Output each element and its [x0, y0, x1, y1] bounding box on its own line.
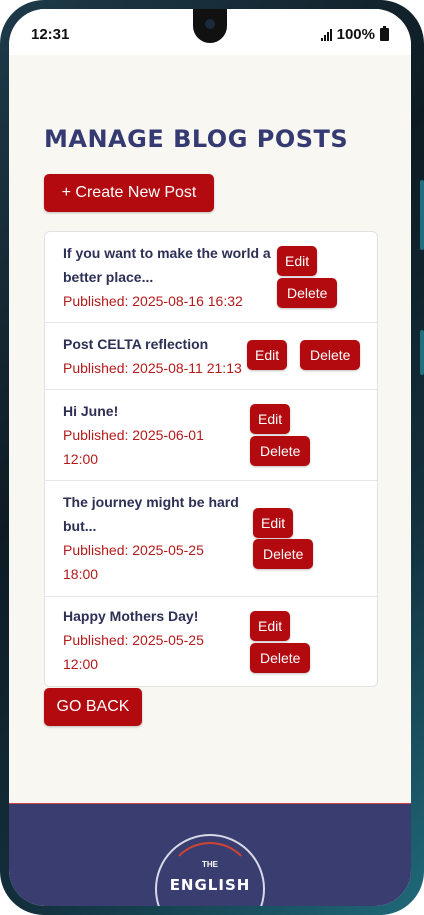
battery-icon: [380, 26, 389, 41]
post-title[interactable]: Happy Mothers Day!: [63, 604, 198, 628]
page-title: MANAGE BLOG POSTS: [44, 125, 349, 153]
post-item: If you want to make the world a better p…: [45, 232, 377, 323]
footer: THE ENGLISH: [9, 803, 411, 906]
post-date: Published: 2025-08-16 16:32: [63, 293, 243, 309]
post-item: Post CELTA reflection Published: 2025-08…: [45, 323, 377, 390]
edit-button[interactable]: Edit: [250, 611, 291, 641]
edit-button[interactable]: Edit: [250, 404, 291, 434]
post-item: The journey might be hard but... Publish…: [45, 481, 377, 597]
delete-button[interactable]: Delete: [250, 436, 311, 466]
status-indicators: 100%: [320, 26, 389, 43]
edit-button[interactable]: Edit: [253, 508, 294, 538]
delete-button[interactable]: Delete: [250, 643, 311, 673]
edit-button[interactable]: Edit: [247, 340, 288, 370]
edit-button[interactable]: Edit: [277, 246, 318, 276]
volume-button: [420, 180, 424, 250]
status-time: 12:31: [31, 26, 70, 43]
post-item: Happy Mothers Day! Published: 2025-05-25…: [45, 597, 377, 688]
delete-button[interactable]: Delete: [300, 340, 361, 370]
camera-notch: [193, 9, 227, 43]
go-back-button[interactable]: GO BACK: [44, 688, 142, 726]
post-title[interactable]: The journey might be hard but...: [63, 490, 239, 538]
post-date: Published: 2025-05-25 12:00: [63, 632, 204, 672]
power-button: [420, 330, 424, 375]
delete-button[interactable]: Delete: [253, 539, 314, 569]
create-new-post-button[interactable]: + Create New Post: [44, 174, 214, 212]
status-bar: 12:31 100%: [9, 9, 411, 55]
post-item: Hi June! Published: 2025-06-01 12:00 Edi…: [45, 390, 377, 481]
delete-button[interactable]: Delete: [277, 278, 338, 308]
screen: 12:31 100% MANAGE BLOG POSTS + Create Ne…: [9, 9, 411, 906]
posts-list: If you want to make the world a better p…: [44, 231, 378, 687]
post-title[interactable]: Hi June!: [63, 399, 118, 423]
post-date: Published: 2025-06-01 12:00: [63, 427, 204, 467]
post-date: Published: 2025-05-25 18:00: [63, 542, 204, 582]
post-date: Published: 2025-08-11 21:13: [63, 360, 242, 376]
battery-level: 100%: [336, 26, 375, 43]
post-title[interactable]: If you want to make the world a better p…: [63, 241, 271, 289]
phone-frame: 12:31 100% MANAGE BLOG POSTS + Create Ne…: [0, 0, 424, 915]
signal-icon: [320, 28, 332, 41]
post-title[interactable]: Post CELTA reflection: [63, 332, 208, 356]
